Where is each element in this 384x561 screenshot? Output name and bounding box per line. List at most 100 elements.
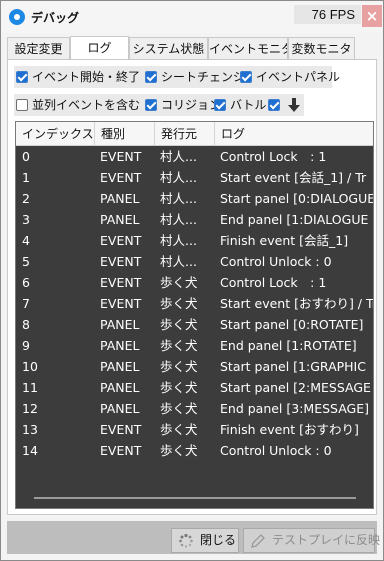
scene-change-label: シートチェンジ [161,70,246,84]
spinner-icon [179,533,193,548]
filter-collision[interactable]: コリジョン [145,97,221,113]
log-cell-source: 歩く犬 [160,275,198,290]
event-panel-label: イベントパネル [256,70,341,84]
event-start-end-label: イベント開始・終了 [32,70,141,84]
log-cell-source: 歩く犬 [160,359,198,374]
log-cell-index: 9 [22,338,30,353]
tab-event-monitor[interactable]: イベントモニタ [208,37,288,59]
horizontal-scrollbar[interactable] [34,497,356,499]
log-cell-index: 7 [22,296,30,311]
log-cell-type: PANEL [100,338,140,353]
app-icon [9,9,25,25]
log-cell-source: 村人... [160,254,197,269]
log-cell-message: Start event [おすわり] / Tr [220,296,374,311]
log-cell-source: 村人... [160,233,197,248]
parallel-events-label: 並列イベントを含む [32,98,141,112]
window-title: デバッグ [31,11,80,25]
log-row[interactable]: 3 PANEL 村人... End panel [1:DIALOGUE [16,209,373,230]
collision-label: コリジョン [161,98,222,112]
log-row[interactable]: 8 PANEL 歩く犬 Start panel [0:ROTATE] [16,314,373,335]
column-header-index[interactable]: インデックス [16,122,95,146]
log-cell-index: 0 [22,149,30,164]
log-cell-message: Control Lock : 1 [220,275,327,290]
tab-settings[interactable]: 設定変更 [7,37,70,59]
log-cell-index: 8 [22,317,30,332]
log-cell-source: 歩く犬 [160,380,198,395]
log-row[interactable]: 2 PANEL 村人... Start panel [0:DIALOGUE [16,188,374,209]
log-row[interactable]: 11 PANEL 歩く犬 Start panel [2:MESSAGE [16,377,373,398]
log-row[interactable]: 9 PANEL 歩く犬 End panel [1:ROTATE] [16,335,373,356]
event-panel-checkbox[interactable] [240,71,252,83]
filter-auto-scroll[interactable] [268,97,304,113]
log-row[interactable]: 14 EVENT 歩く犬 Control Unlock : 0 [16,440,373,461]
column-header-type[interactable]: 種別 [95,122,155,146]
log-cell-source: 歩く犬 [160,443,198,458]
filter-row-1: イベント開始・終了 シートチェンジ イベントパネル [14,66,340,88]
pencil-icon [251,534,265,548]
apply-button-label: テストプレイに反映 [272,533,381,547]
log-cell-source: 村人... [160,170,197,185]
scene-change-checkbox[interactable] [145,71,157,83]
log-cell-source: 歩く犬 [160,296,198,311]
footer-bar: 閉じる テストプレイに反映 [7,521,380,554]
log-cell-message: Start panel [0:DIALOGUE [220,191,374,206]
log-cell-type: EVENT [100,254,142,269]
log-cell-source: 歩く犬 [160,338,198,353]
apply-to-testplay-button[interactable]: テストプレイに反映 [243,528,380,553]
log-cell-index: 11 [22,380,38,395]
tab-system-status[interactable]: システム状態 [129,37,208,59]
log-cell-type: PANEL [100,317,140,332]
log-cell-message: Start panel [1:GRAPHIC [220,359,366,374]
log-row[interactable]: 5 EVENT 村人... Control Unlock : 0 [16,251,373,272]
auto-scroll-checkbox[interactable] [268,99,280,111]
filter-scene-change[interactable]: シートチェンジ [145,69,245,85]
tab-log[interactable]: ログ [70,36,129,60]
log-cell-type: EVENT [100,233,142,248]
parallel-events-checkbox[interactable] [16,99,28,111]
log-cell-message: Control Lock : 1 [220,149,327,164]
log-cell-source: 歩く犬 [160,401,198,416]
log-row[interactable]: 1 EVENT 村人... Start event [会話_1] / Tr [16,167,373,188]
filter-battle[interactable]: バトル [214,97,266,113]
log-cell-index: 12 [22,401,38,416]
debug-window: デバッグ 76 FPS × 設定変更 ログ システム状態 イベントモニタ 変数モ… [0,0,384,561]
tab-bar: 設定変更 ログ システム状態 イベントモニタ 変数モニタ [7,36,377,60]
log-cell-message: End panel [1:ROTATE] [220,338,357,353]
collision-checkbox[interactable] [145,99,157,111]
log-cell-index: 6 [22,275,30,290]
log-row[interactable]: 12 PANEL 歩く犬 End panel [3:MESSAGE] [16,398,373,419]
battle-checkbox[interactable] [214,99,226,111]
down-arrow-icon [288,98,300,112]
filter-event-panel[interactable]: イベントパネル [240,69,340,85]
log-cell-source: 歩く犬 [160,422,198,437]
log-cell-type: EVENT [100,275,142,290]
column-header-log[interactable]: ログ [215,122,373,146]
log-cell-index: 4 [22,233,30,248]
log-row[interactable]: 7 EVENT 歩く犬 Start event [おすわり] / Tr [16,293,374,314]
log-list[interactable]: インデックス 種別 発行元 ログ 0 EVENT 村人... Control Lock… [15,121,374,509]
log-row[interactable]: 0 EVENT 村人... Control Lock : 1 [16,146,373,167]
filter-parallel-events[interactable]: 並列イベントを含む [16,97,140,113]
log-cell-type: EVENT [100,149,142,164]
log-row[interactable]: 10 PANEL 歩く犬 Start panel [1:GRAPHIC [16,356,373,377]
close-button[interactable]: 閉じる [171,528,239,553]
log-cell-message: Control Unlock : 0 [220,254,332,269]
log-cell-message: Finish event [会話_1] [220,233,349,248]
log-cell-message: Start event [会話_1] / Tr [220,170,367,185]
tab-variable-monitor[interactable]: 変数モニタ [288,37,355,59]
log-row[interactable]: 13 EVENT 歩く犬 Finish event [おすわり] [16,419,373,440]
log-row[interactable]: 4 EVENT 村人... Finish event [会話_1] [16,230,373,251]
log-row[interactable]: 6 EVENT 歩く犬 Control Lock : 1 [16,272,373,293]
filter-event-start-end[interactable]: イベント開始・終了 [16,69,140,85]
log-cell-index: 3 [22,212,30,227]
log-cell-type: PANEL [100,191,140,206]
log-cell-index: 1 [22,170,30,185]
event-start-end-checkbox[interactable] [16,71,28,83]
close-window-button[interactable]: × [362,5,382,27]
log-cell-index: 2 [22,191,30,206]
log-cell-index: 10 [22,359,38,374]
log-cell-type: PANEL [100,212,140,227]
column-header-source[interactable]: 発行元 [155,122,215,146]
title-bar[interactable]: デバッグ 76 FPS × [1,1,383,33]
log-cell-index: 14 [22,443,38,458]
